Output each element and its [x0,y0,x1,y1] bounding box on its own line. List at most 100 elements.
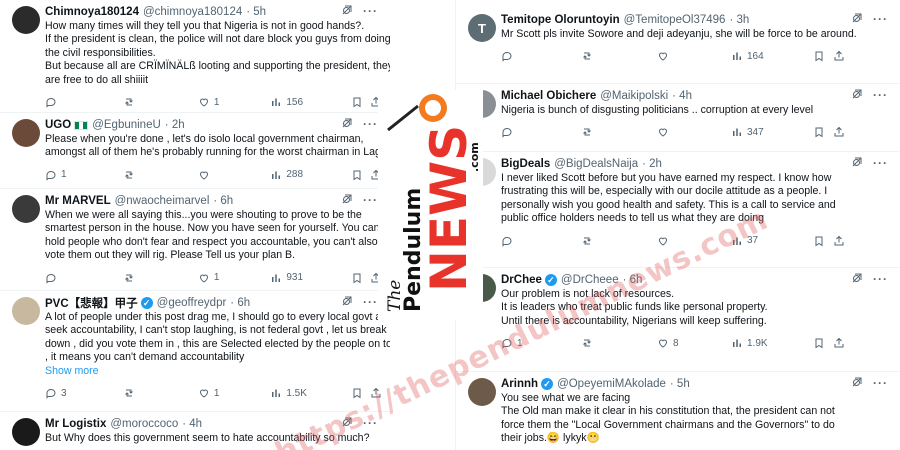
more-icon[interactable]: ··· [873,12,888,27]
avatar[interactable] [12,119,40,147]
bookmark-button[interactable] [813,235,833,247]
author-name[interactable]: Michael Obichere [501,90,596,102]
reply-button[interactable]: 3 [45,387,123,399]
avatar[interactable] [468,378,496,406]
tweet-time[interactable]: · 4h [182,418,202,430]
author-handle[interactable]: @chimnoya180124 [143,6,242,18]
author-handle[interactable]: @nwaocheimarvel [115,195,210,207]
avatar[interactable]: T [468,14,496,42]
retweet-button[interactable] [581,235,657,247]
more-icon[interactable]: ··· [873,272,888,287]
retweet-button[interactable] [123,96,197,108]
like-button[interactable]: 1 [198,272,271,284]
share-button[interactable] [833,337,847,349]
like-button[interactable]: 1 [198,387,271,399]
views-button[interactable]: 164 [731,50,813,62]
views-button[interactable]: 1.5K [270,387,350,399]
like-button[interactable]: 1 [198,96,271,108]
reply-button[interactable] [501,235,581,247]
avatar[interactable] [12,195,40,223]
grok-icon[interactable] [341,117,353,132]
tweet-time[interactable]: · 5h [246,6,266,18]
more-icon[interactable]: ··· [363,193,378,208]
views-button[interactable]: 288 [270,169,350,181]
like-button[interactable]: 8 [657,337,731,349]
author-name[interactable]: UGO [45,119,71,131]
author-handle[interactable]: @OpeyemiMAkolade [557,378,666,390]
retweet-button[interactable] [581,126,657,138]
author-handle[interactable]: @geoffreydpr [157,297,227,309]
views-button[interactable]: 931 [270,272,350,284]
share-button[interactable] [833,235,847,247]
share-button[interactable] [833,50,847,62]
like-button[interactable] [657,126,731,138]
author-name[interactable]: DrChee [501,274,542,286]
reply-button[interactable] [501,126,581,139]
retweet-button[interactable] [123,272,197,284]
show-more-link[interactable]: Show more [45,365,382,378]
views-button[interactable]: 156 [270,96,350,108]
more-icon[interactable]: ··· [873,156,888,171]
like-button[interactable] [657,50,731,62]
reply-button[interactable] [45,96,123,108]
tweet-time[interactable]: · 2h [642,158,662,170]
author-name[interactable]: Chimnoya180124 [45,6,139,18]
reply-button[interactable] [501,50,581,63]
reply-tweet[interactable]: UGO @EgbunineU · 2h ··· Please when you're d… [0,113,390,189]
views-button[interactable]: 1.9K [731,337,813,349]
reply-tweet[interactable]: Mr MARVEL @nwaocheimarvel · 6h ··· When we w… [0,189,390,291]
grok-icon[interactable] [851,12,863,27]
author-handle[interactable]: @TemitopeOl37496 [624,14,726,26]
tweet-time[interactable]: · 6h [230,297,250,309]
author-name[interactable]: Mr MARVEL [45,195,111,207]
author-name[interactable]: BigDeals [501,158,550,170]
reply-tweet[interactable]: Michael Obichere @Maikipolski · 4h ··· Niger… [456,84,900,152]
share-button[interactable] [833,126,847,138]
reply-tweet[interactable]: Chimnoya180124 @chimnoya180124 · 5h ··· How … [0,0,390,113]
reply-tweet[interactable]: PVC【悲報】甲子 ✓ @geoffreydpr · 6h ··· A lot of pe… [0,291,390,412]
bookmark-button[interactable] [813,337,833,349]
reply-tweet[interactable]: Arinnh ✓ @OpeyemiMAkolade · 5h ··· You see wh… [456,372,900,450]
retweet-button[interactable] [581,337,657,349]
author-name[interactable]: Arinnh [501,378,538,390]
tweet-time[interactable]: · 2h [165,119,185,131]
reply-button[interactable]: 1 [45,169,123,181]
tweet-time[interactable]: · 6h [213,195,233,207]
grok-icon[interactable] [851,376,863,391]
avatar[interactable] [12,297,40,325]
grok-icon[interactable] [851,272,863,287]
bookmark-button[interactable] [351,272,371,284]
more-icon[interactable]: ··· [363,4,378,19]
grok-icon[interactable] [341,4,353,19]
author-handle[interactable]: @BigDealsNaija [554,158,638,170]
reply-button[interactable] [45,272,123,284]
bookmark-button[interactable] [813,126,833,138]
author-handle[interactable]: @Maikipolski [600,90,668,102]
author-name[interactable]: Temitope Oloruntoyin [501,14,620,26]
grok-icon[interactable] [341,193,353,208]
more-icon[interactable]: ··· [363,295,378,310]
tweet-time[interactable]: · 4h [672,90,692,102]
author-handle[interactable]: @EgbunineU [92,119,161,131]
grok-icon[interactable] [341,295,353,310]
author-handle[interactable]: @moroccoco [110,418,178,430]
retweet-button[interactable] [123,387,197,399]
reply-tweet[interactable]: T Temitope Oloruntoyin @TemitopeOl37496 · 3… [456,8,900,84]
avatar[interactable] [12,418,40,446]
tweet-time[interactable]: · 3h [729,14,749,26]
author-name[interactable]: Mr Logistix [45,418,106,430]
views-button[interactable]: 347 [731,126,813,138]
like-button[interactable] [198,169,271,181]
avatar[interactable] [12,6,40,34]
more-icon[interactable]: ··· [873,376,888,391]
retweet-button[interactable] [123,169,197,181]
bookmark-button[interactable] [351,169,371,181]
more-icon[interactable]: ··· [873,88,888,103]
author-name[interactable]: PVC【悲報】甲子 [45,295,138,311]
tweet-time[interactable]: · 5h [670,378,690,390]
more-icon[interactable]: ··· [363,117,378,132]
grok-icon[interactable] [851,88,863,103]
bookmark-button[interactable] [813,50,833,62]
grok-icon[interactable] [851,156,863,171]
bookmark-button[interactable] [351,96,371,108]
